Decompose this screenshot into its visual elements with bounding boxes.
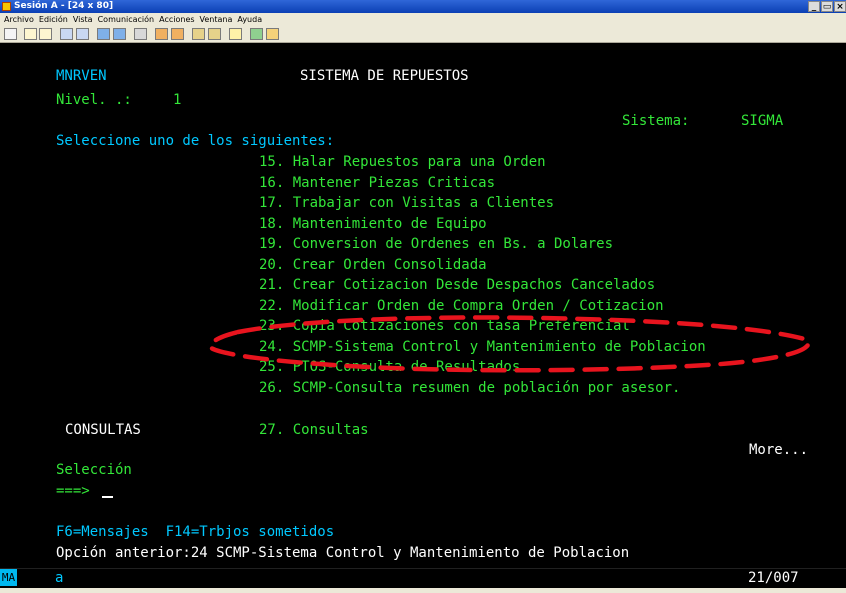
highlight-ellipse — [207, 315, 811, 373]
